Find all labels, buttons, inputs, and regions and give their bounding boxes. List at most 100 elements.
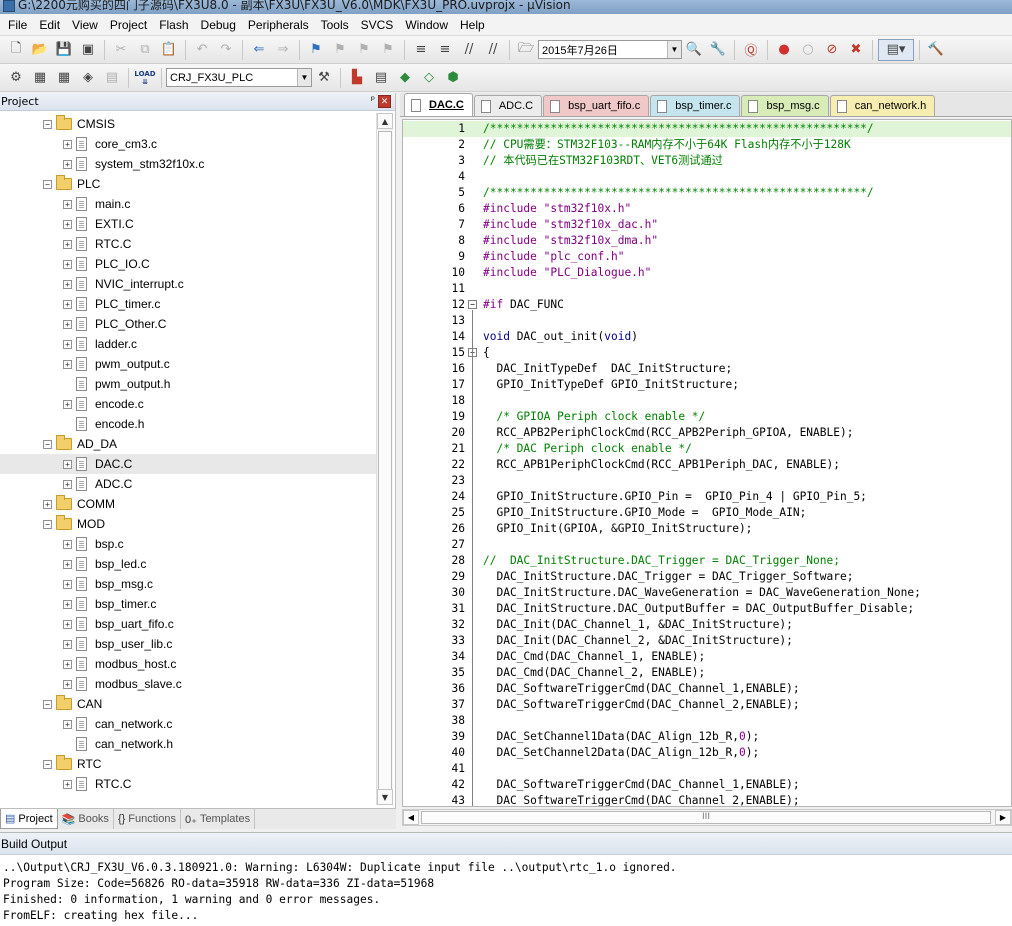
tree-folder[interactable]: − MOD — [0, 514, 376, 534]
close-icon[interactable]: ✕ — [378, 95, 391, 108]
unindent-icon[interactable]: ≡ — [434, 39, 456, 61]
select-packs-icon[interactable]: ▤ — [370, 67, 392, 89]
menu-help[interactable]: Help — [454, 15, 491, 35]
tree-folder[interactable]: + COMM — [0, 494, 376, 514]
tree-file[interactable]: + core_cm3.c — [0, 134, 376, 154]
tree-file[interactable]: + RTC.C — [0, 234, 376, 254]
window-layout-icon[interactable]: ▤▾ — [878, 38, 914, 61]
expand-icon[interactable]: + — [63, 579, 72, 589]
scroll-down-icon[interactable]: ▼ — [377, 789, 393, 805]
find-replace-icon[interactable]: 🔧 — [707, 39, 729, 61]
breakpoint-icon[interactable]: ● — [773, 39, 795, 61]
collapse-icon[interactable]: − — [43, 699, 52, 709]
expand-icon[interactable]: + — [63, 779, 72, 789]
stop-build-icon[interactable]: ▤ — [101, 67, 123, 89]
clear-bookmarks-icon[interactable]: ⚑ — [377, 39, 399, 61]
expand-icon[interactable]: + — [63, 199, 72, 209]
tree-file[interactable]: pwm_output.h — [0, 374, 376, 394]
expand-icon[interactable]: + — [63, 279, 72, 289]
debug-session-icon[interactable]: Ⓠ — [740, 39, 762, 61]
comment-icon[interactable]: // — [458, 39, 480, 61]
navigate-forward-icon[interactable]: ⇒ — [272, 39, 294, 61]
tree-file[interactable]: + ADC.C — [0, 474, 376, 494]
expand-icon[interactable]: + — [63, 619, 72, 629]
tree-folder[interactable]: − PLC — [0, 174, 376, 194]
collapse-icon[interactable]: − — [43, 759, 52, 769]
next-bookmark-icon[interactable]: ⚑ — [353, 39, 375, 61]
expand-icon[interactable]: + — [63, 459, 72, 469]
editor-tab[interactable]: ADC.C — [473, 95, 543, 116]
collapse-icon[interactable]: − — [43, 119, 52, 129]
editor-tab[interactable]: DAC.C — [404, 93, 473, 116]
expand-icon[interactable]: + — [63, 679, 72, 689]
expand-icon[interactable]: + — [43, 499, 52, 509]
navigate-back-icon[interactable]: ⇐ — [248, 39, 270, 61]
kill-breakpoints-icon[interactable]: ✖ — [845, 39, 867, 61]
tab-books[interactable]: 📚 Books — [58, 809, 114, 829]
scroll-thumb[interactable]: III — [421, 811, 991, 824]
uncomment-icon[interactable]: // — [482, 39, 504, 61]
collapse-icon[interactable]: − — [43, 519, 52, 529]
undo-icon[interactable]: ↶ — [191, 39, 213, 61]
menu-view[interactable]: View — [66, 15, 104, 35]
find-combo[interactable]: 2015年7月26日 ▼ — [538, 40, 682, 59]
expand-icon[interactable]: + — [63, 339, 72, 349]
menu-project[interactable]: Project — [104, 15, 153, 35]
save-icon[interactable]: 💾 — [53, 39, 75, 61]
tree-folder[interactable]: − CMSIS — [0, 114, 376, 134]
expand-icon[interactable]: + — [63, 559, 72, 569]
tree-file[interactable]: + RTC.C — [0, 774, 376, 794]
chevron-down-icon[interactable]: ▼ — [297, 69, 311, 86]
tree-file[interactable]: + PLC_Other.C — [0, 314, 376, 334]
build-icon[interactable]: ▦ — [29, 67, 51, 89]
expand-icon[interactable]: + — [63, 139, 72, 149]
menu-debug[interactable]: Debug — [195, 15, 242, 35]
expand-icon[interactable]: + — [63, 399, 72, 409]
tree-file[interactable]: + can_network.c — [0, 714, 376, 734]
editor-tab[interactable]: bsp_uart_fifo.c — [543, 95, 650, 116]
tree-file[interactable]: can_network.h — [0, 734, 376, 754]
editor-horizontal-scrollbar[interactable]: ◀ III ▶ — [402, 809, 1012, 826]
pin-icon[interactable]: ᵖ — [371, 95, 375, 106]
scroll-left-icon[interactable]: ◀ — [403, 810, 419, 825]
save-all-icon[interactable]: ▣ — [77, 39, 99, 61]
fold-collapse-icon[interactable]: − — [468, 300, 477, 309]
tree-file[interactable]: + EXTI.C — [0, 214, 376, 234]
expand-icon[interactable]: + — [63, 219, 72, 229]
tree-file[interactable]: + pwm_output.c — [0, 354, 376, 374]
tree-vertical-scrollbar[interactable]: ▲ ▼ — [376, 113, 393, 805]
menu-window[interactable]: Window — [399, 15, 454, 35]
collapse-icon[interactable]: − — [43, 439, 52, 449]
expand-icon[interactable]: + — [63, 539, 72, 549]
menu-peripherals[interactable]: Peripherals — [242, 15, 315, 35]
tree-file[interactable]: + bsp_uart_fifo.c — [0, 614, 376, 634]
rebuild-icon[interactable]: ▦ — [53, 67, 75, 89]
menu-flash[interactable]: Flash — [153, 15, 194, 35]
tab-functions[interactable]: {} Functions — [114, 809, 181, 829]
paste-icon[interactable]: 📋 — [158, 39, 180, 61]
open-folder-icon[interactable]: 📂 — [29, 39, 51, 61]
editor-tab[interactable]: bsp_timer.c — [650, 95, 741, 116]
find-in-files-icon[interactable]: 🗁 — [515, 39, 537, 61]
tree-file[interactable]: + PLC_IO.C — [0, 254, 376, 274]
collapse-icon[interactable]: − — [43, 179, 52, 189]
tree-file[interactable]: encode.h — [0, 414, 376, 434]
tree-file[interactable]: + ladder.c — [0, 334, 376, 354]
tree-file[interactable]: + NVIC_interrupt.c — [0, 274, 376, 294]
tree-file[interactable]: + bsp_timer.c — [0, 594, 376, 614]
incremental-find-icon[interactable]: 🔍 — [683, 39, 705, 61]
target-options-icon[interactable]: ⚒ — [313, 67, 335, 89]
tab-templates[interactable]: 0₊ Templates — [181, 809, 256, 829]
menu-tools[interactable]: Tools — [315, 15, 355, 35]
manage-project-items-icon[interactable]: ▙ — [346, 67, 368, 89]
tree-folder[interactable]: − AD_DA — [0, 434, 376, 454]
indent-icon[interactable]: ≡ — [410, 39, 432, 61]
tree-file[interactable]: + encode.c — [0, 394, 376, 414]
expand-icon[interactable]: + — [63, 319, 72, 329]
expand-icon[interactable]: + — [63, 239, 72, 249]
expand-icon[interactable]: + — [63, 719, 72, 729]
target-select[interactable]: CRJ_FX3U_PLC ▼ — [166, 68, 312, 87]
load-icon[interactable]: LOAD ⇊ — [134, 67, 156, 89]
scroll-thumb[interactable] — [378, 131, 392, 791]
batch-build-icon[interactable]: ◈ — [77, 67, 99, 89]
